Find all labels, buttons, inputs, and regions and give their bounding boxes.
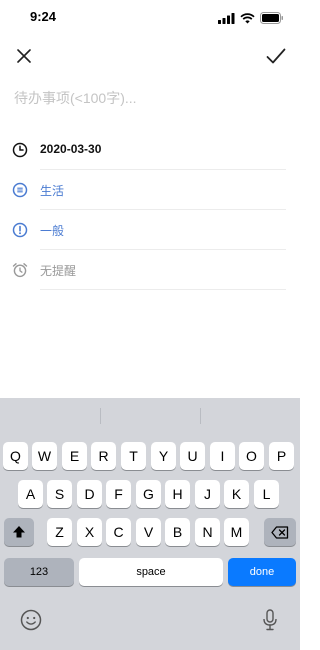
category-icon (12, 182, 28, 198)
key-p[interactable]: P (269, 442, 294, 470)
signal-icon (218, 11, 235, 29)
numbers-key[interactable]: 123 (4, 558, 74, 586)
key-d[interactable]: D (77, 480, 102, 508)
keyboard: Q W E R T Y U I O P A S D F G H J K L Z … (0, 398, 300, 650)
key-g[interactable]: G (136, 480, 161, 508)
emoji-icon (20, 609, 42, 631)
priority-icon (12, 222, 28, 238)
space-key[interactable]: space (79, 558, 223, 586)
shift-icon (13, 526, 25, 538)
checkmark-icon (266, 48, 286, 64)
clock-icon (12, 142, 28, 158)
reminder-label: 无提醒 (40, 264, 77, 278)
confirm-button[interactable] (258, 38, 294, 74)
key-r[interactable]: R (91, 442, 116, 470)
key-e[interactable]: E (62, 442, 87, 470)
suggestion-divider (100, 408, 101, 424)
key-y[interactable]: Y (151, 442, 176, 470)
emoji-button[interactable] (20, 609, 42, 631)
key-a[interactable]: A (18, 480, 43, 508)
key-z[interactable]: Z (47, 518, 72, 546)
category-row[interactable]: 生活 (0, 170, 300, 210)
priority-label: 一般 (40, 224, 65, 238)
key-i[interactable]: I (210, 442, 235, 470)
done-key[interactable]: done (228, 558, 296, 586)
dictation-button[interactable] (259, 609, 281, 631)
battery-icon (260, 11, 284, 29)
date-row[interactable]: 2020-03-30 (0, 130, 300, 170)
key-v[interactable]: V (136, 518, 161, 546)
key-h[interactable]: H (165, 480, 190, 508)
close-icon (17, 49, 31, 63)
task-input-area (14, 90, 286, 120)
shift-key[interactable] (4, 518, 34, 546)
key-s[interactable]: S (47, 480, 72, 508)
category-label: 生活 (40, 184, 65, 198)
key-t[interactable]: T (121, 442, 146, 470)
backspace-key[interactable] (264, 518, 296, 546)
close-button[interactable] (6, 38, 42, 74)
key-k[interactable]: K (224, 480, 249, 508)
key-w[interactable]: W (32, 442, 57, 470)
key-m[interactable]: M (224, 518, 249, 546)
key-f[interactable]: F (106, 480, 131, 508)
status-icons (218, 11, 284, 29)
key-q[interactable]: Q (3, 442, 28, 470)
alarm-icon (12, 262, 28, 278)
priority-row[interactable]: 一般 (0, 210, 300, 250)
key-b[interactable]: B (165, 518, 190, 546)
key-j[interactable]: J (195, 480, 220, 508)
mic-icon (263, 609, 277, 631)
key-o[interactable]: O (239, 442, 264, 470)
key-c[interactable]: C (106, 518, 131, 546)
status-bar: 9:24 (0, 0, 300, 34)
key-l[interactable]: L (254, 480, 279, 508)
nav-bar (0, 34, 300, 78)
key-x[interactable]: X (77, 518, 102, 546)
backspace-icon (271, 525, 289, 539)
suggestion-bar (0, 398, 300, 434)
reminder-row[interactable]: 无提醒 (0, 250, 300, 290)
status-time: 9:24 (30, 9, 57, 24)
wifi-icon (240, 11, 255, 29)
key-u[interactable]: U (180, 442, 205, 470)
date-label: 2020-03-30 (40, 142, 102, 156)
divider (40, 289, 286, 290)
task-input[interactable] (14, 90, 286, 106)
suggestion-divider (200, 408, 201, 424)
key-n[interactable]: N (195, 518, 220, 546)
